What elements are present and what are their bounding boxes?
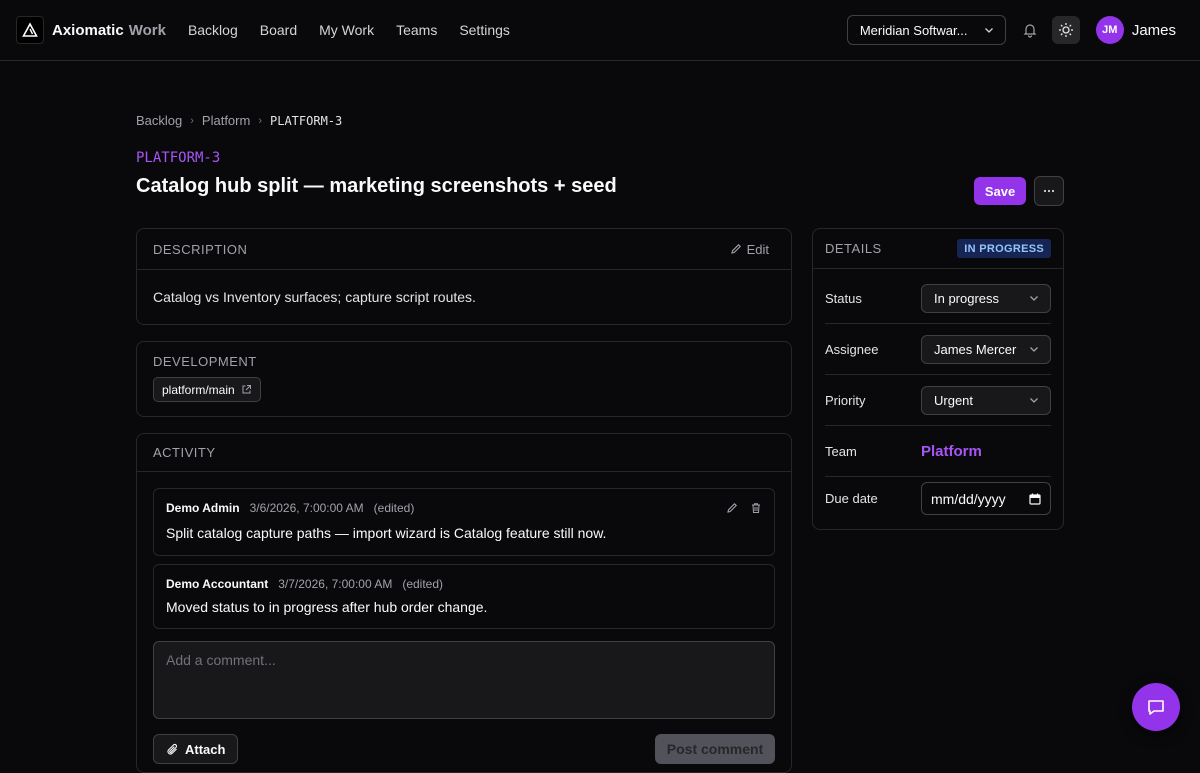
chevron-down-icon: [984, 28, 993, 33]
pencil-icon[interactable]: [726, 502, 738, 514]
priority-row: Priority Urgent: [825, 375, 1051, 426]
paperclip-icon: [167, 743, 178, 755]
comment-timestamp: 3/6/2026, 7:00:00 AM: [249, 501, 364, 515]
assignee-select[interactable]: James Mercer: [921, 334, 1051, 364]
breadcrumb-current: PLATFORM-3: [270, 113, 343, 128]
branch-link[interactable]: platform/main: [153, 377, 261, 402]
assignee-value: James Mercer: [934, 341, 1017, 357]
comment-author: Demo Accountant: [166, 577, 269, 591]
theme-toggle-button[interactable]: [1051, 16, 1080, 44]
due-date-value: mm/dd/yyyy: [931, 490, 1006, 507]
more-horizontal-icon: [1043, 189, 1055, 193]
nav-settings[interactable]: Settings: [459, 22, 510, 38]
nav-teams[interactable]: Teams: [396, 22, 437, 38]
comment-item: Demo Accountant 3/7/2026, 7:00:00 AM (ed…: [153, 564, 775, 629]
assignee-row: Assignee James Mercer: [825, 324, 1051, 375]
comment-actions: [726, 502, 762, 514]
status-select[interactable]: In progress: [921, 283, 1051, 313]
comment-meta: Demo Admin 3/6/2026, 7:00:00 AM (edited): [166, 501, 762, 515]
details-card: DETAILS IN PROGRESS Status In progress A…: [812, 228, 1064, 530]
development-heading: DEVELOPMENT: [153, 354, 257, 369]
activity-heading: ACTIVITY: [153, 445, 216, 460]
priority-value: Urgent: [934, 392, 974, 408]
comment-input[interactable]: [153, 641, 775, 719]
brand-subtitle[interactable]: Work: [129, 22, 166, 39]
development-card: DEVELOPMENT platform/main: [136, 341, 792, 417]
comment-text: Moved status to in progress after hub or…: [166, 599, 488, 615]
bell-icon: [1023, 24, 1037, 38]
sun-icon: [1058, 23, 1073, 37]
team-link[interactable]: Platform: [921, 443, 982, 460]
comment-text: Split catalog capture paths — import wiz…: [166, 525, 607, 541]
chevron-right-icon: ›: [190, 114, 194, 127]
save-button[interactable]: Save: [974, 177, 1026, 205]
due-date-input[interactable]: mm/dd/yyyy: [921, 482, 1051, 515]
breadcrumb: Backlog › Platform › PLATFORM-3: [136, 113, 342, 128]
edit-label: Edit: [746, 241, 769, 257]
pencil-icon: [730, 244, 741, 254]
chevron-down-icon: [1030, 347, 1038, 352]
main-nav: Backlog Board My Work Teams Settings: [188, 22, 510, 38]
app-logo-icon[interactable]: [16, 16, 44, 44]
notifications-button[interactable]: [1016, 16, 1044, 44]
branch-name: platform/main: [162, 382, 235, 397]
priority-label: Priority: [825, 392, 866, 408]
nav-backlog[interactable]: Backlog: [188, 22, 238, 38]
comment-meta: Demo Accountant 3/7/2026, 7:00:00 AM (ed…: [166, 577, 762, 591]
activity-header: ACTIVITY: [137, 434, 791, 472]
comment-edited-label: (edited): [402, 577, 444, 591]
breadcrumb-platform[interactable]: Platform: [202, 113, 250, 128]
comment-edited-label: (edited): [373, 501, 415, 515]
organization-name: Meridian Softwar...: [859, 22, 968, 38]
chevron-down-icon: [1030, 398, 1038, 403]
brand-name[interactable]: Axiomatic: [52, 22, 124, 39]
status-value: In progress: [934, 290, 1000, 306]
status-badge: IN PROGRESS: [957, 239, 1051, 258]
comment-author: Demo Admin: [166, 501, 240, 515]
attach-label: Attach: [185, 741, 226, 757]
nav-board[interactable]: Board: [260, 22, 297, 38]
top-nav-bar: Axiomatic Work Backlog Board My Work Tea…: [0, 0, 1200, 61]
description-body: Catalog vs Inventory surfaces; capture s…: [153, 289, 476, 305]
team-row: Team Platform: [825, 426, 1051, 477]
comment-item: Demo Admin 3/6/2026, 7:00:00 AM (edited)…: [153, 488, 775, 556]
attach-button[interactable]: Attach: [153, 734, 239, 764]
user-name[interactable]: James: [1132, 22, 1176, 39]
status-row: Status In progress: [825, 273, 1051, 324]
due-date-label: Due date: [825, 491, 878, 506]
details-header: DETAILS IN PROGRESS: [813, 229, 1063, 269]
description-header: DESCRIPTION Edit: [137, 229, 791, 270]
breadcrumb-backlog[interactable]: Backlog: [136, 113, 182, 128]
issue-key: PLATFORM-3: [136, 150, 221, 166]
due-date-row: Due date mm/dd/yyyy: [825, 473, 1051, 524]
edit-description-button[interactable]: Edit: [730, 242, 769, 257]
assignee-label: Assignee: [825, 341, 879, 357]
description-heading: DESCRIPTION: [153, 241, 248, 257]
trash-icon[interactable]: [750, 502, 762, 514]
status-label: Status: [825, 290, 862, 306]
topbar-actions: Meridian Softwar... JM James: [846, 15, 1184, 45]
user-avatar[interactable]: JM: [1095, 16, 1124, 44]
chat-bubble-icon: [1148, 700, 1164, 715]
issue-title: Catalog hub split — marketing screenshot…: [136, 175, 617, 197]
organization-select[interactable]: Meridian Softwar...: [846, 15, 1006, 45]
details-heading: DETAILS: [825, 241, 882, 256]
more-options-button[interactable]: [1034, 176, 1064, 206]
external-link-icon: [242, 385, 251, 394]
calendar-icon[interactable]: [1028, 492, 1042, 506]
post-comment-button[interactable]: Post comment: [655, 734, 775, 764]
priority-select[interactable]: Urgent: [921, 385, 1051, 415]
team-label: Team: [825, 443, 857, 459]
comment-timestamp: 3/7/2026, 7:00:00 AM: [278, 577, 393, 591]
activity-card: ACTIVITY Demo Admin 3/6/2026, 7:00:00 AM…: [136, 433, 792, 773]
nav-my-work[interactable]: My Work: [319, 22, 374, 38]
chevron-down-icon: [1030, 296, 1038, 301]
description-card: DESCRIPTION Edit Catalog vs Inventory su…: [136, 228, 792, 325]
chevron-right-icon: ›: [258, 114, 262, 127]
chat-button[interactable]: [1132, 683, 1180, 731]
